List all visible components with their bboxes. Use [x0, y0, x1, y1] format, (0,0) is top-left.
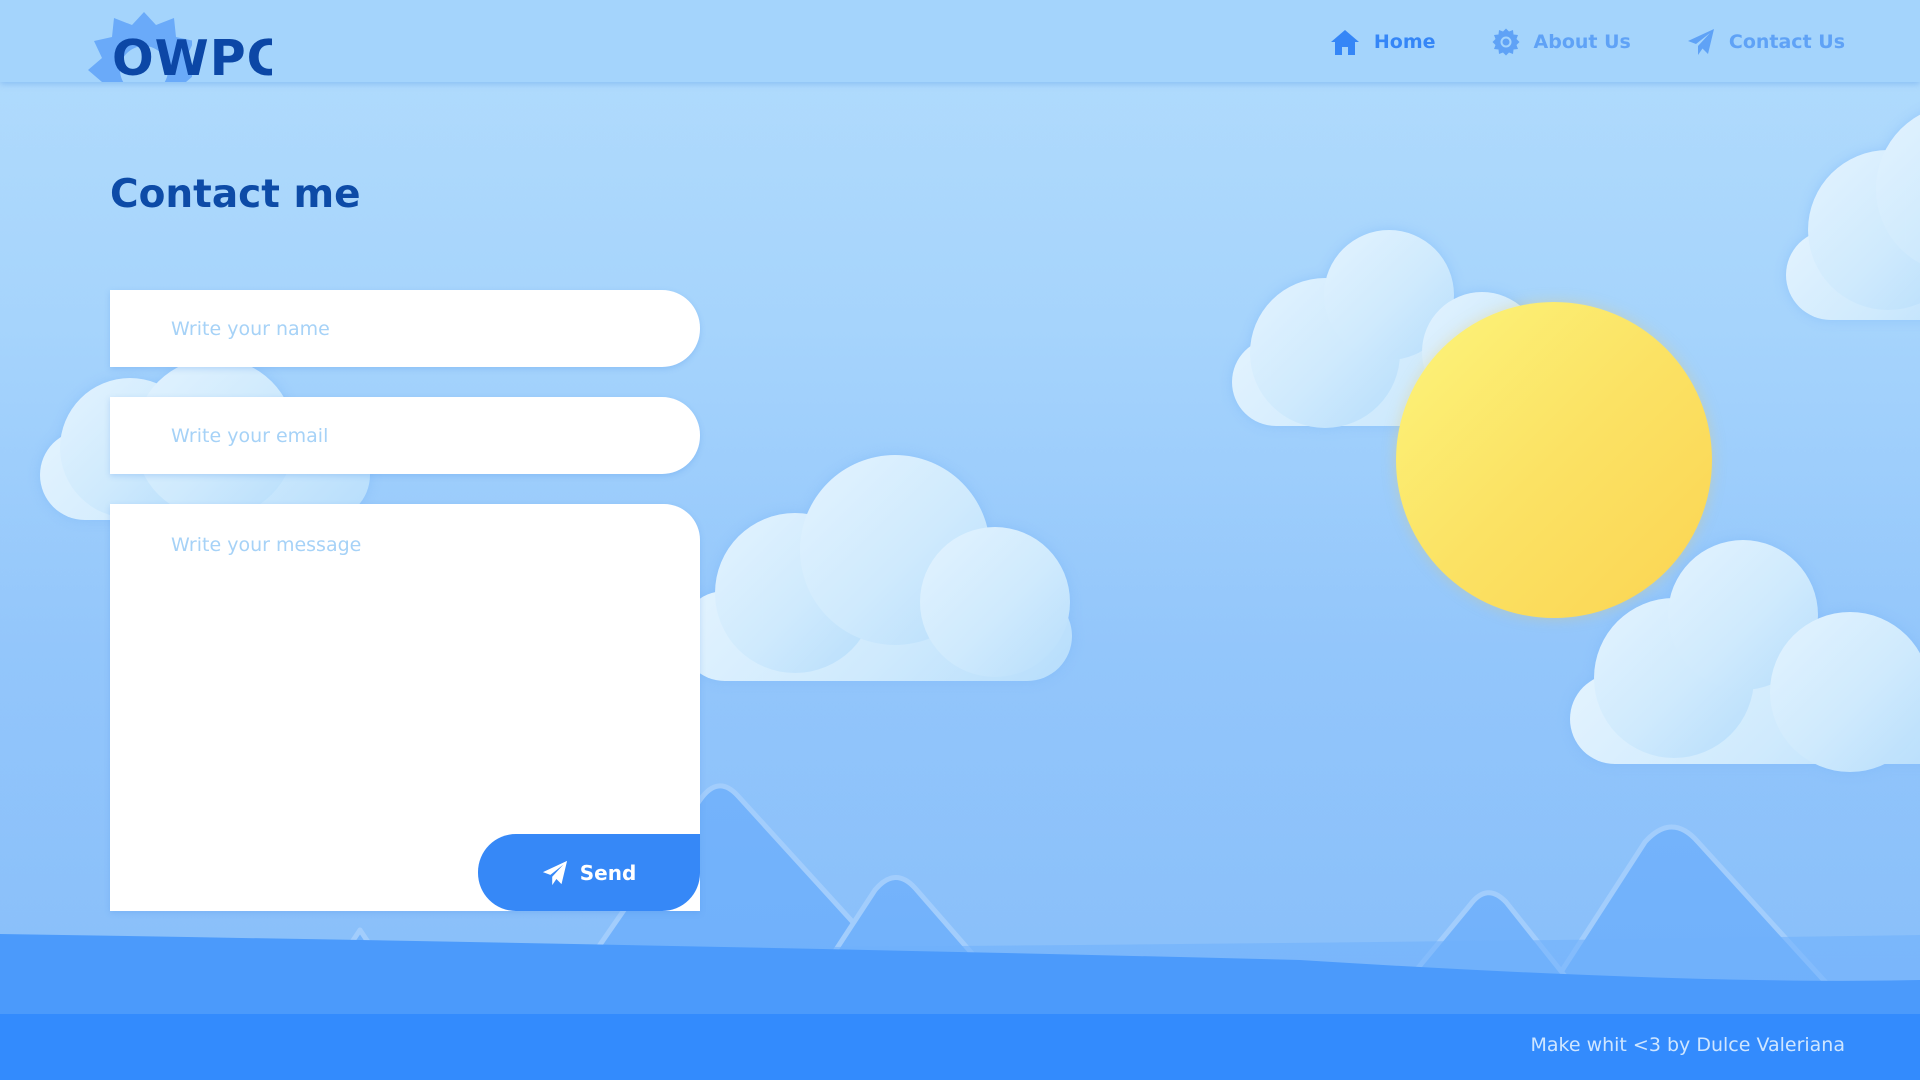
logo-text: OWPC	[112, 30, 272, 82]
paper-plane-icon	[1687, 29, 1714, 55]
send-button-label: Send	[579, 860, 637, 885]
page-title: Contact me	[110, 172, 361, 217]
nav-label-contact: Contact Us	[1728, 31, 1845, 53]
send-button[interactable]: Send	[478, 834, 700, 911]
nav-label-home: Home	[1373, 31, 1436, 53]
top-navbar: OWPC Home About Us Contact Us	[0, 0, 1920, 82]
nav-label-about: About Us	[1533, 31, 1631, 53]
footer: Make whit <3 by Dulce Valeriana	[0, 1014, 1920, 1080]
paper-plane-icon	[542, 860, 567, 885]
footer-credit: Make whit <3 by Dulce Valeriana	[1530, 1034, 1845, 1056]
home-icon	[1330, 30, 1359, 55]
main-nav: Home About Us Contact Us	[1330, 22, 1845, 62]
nav-item-about[interactable]: About Us	[1492, 22, 1631, 62]
gear-icon	[1492, 28, 1520, 56]
nav-item-home[interactable]: Home	[1330, 22, 1436, 62]
logo[interactable]: OWPC	[82, 12, 272, 82]
nav-item-contact[interactable]: Contact Us	[1687, 22, 1845, 62]
name-field[interactable]	[110, 290, 700, 367]
email-field[interactable]	[110, 397, 700, 474]
